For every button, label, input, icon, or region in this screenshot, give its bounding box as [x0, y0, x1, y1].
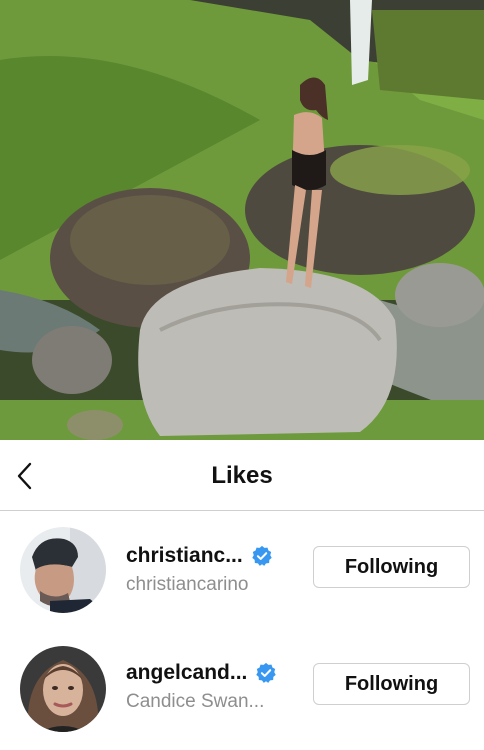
likes-list: christianc... christiancarino Following …	[0, 511, 484, 745]
username[interactable]: christianc...	[126, 544, 243, 568]
verified-badge-icon	[252, 545, 272, 566]
verified-badge-icon	[256, 662, 277, 683]
avatar[interactable]	[20, 646, 106, 732]
username[interactable]: angelcand...	[126, 661, 247, 685]
username-row[interactable]: angelcand...	[126, 661, 277, 685]
avatar[interactable]	[20, 527, 106, 613]
following-button[interactable]: Following	[313, 546, 470, 588]
list-item: angelcand... Candice Swan... Following	[0, 628, 484, 745]
username-row[interactable]: christianc...	[126, 544, 273, 568]
list-item: christianc... christiancarino Following	[0, 511, 484, 628]
page-title: Likes	[211, 462, 273, 489]
full-name: christiancarino	[126, 574, 249, 595]
post-photo	[0, 0, 484, 440]
likes-header: Likes	[0, 440, 484, 512]
full-name: Candice Swan...	[126, 691, 265, 712]
following-button[interactable]: Following	[313, 663, 470, 705]
